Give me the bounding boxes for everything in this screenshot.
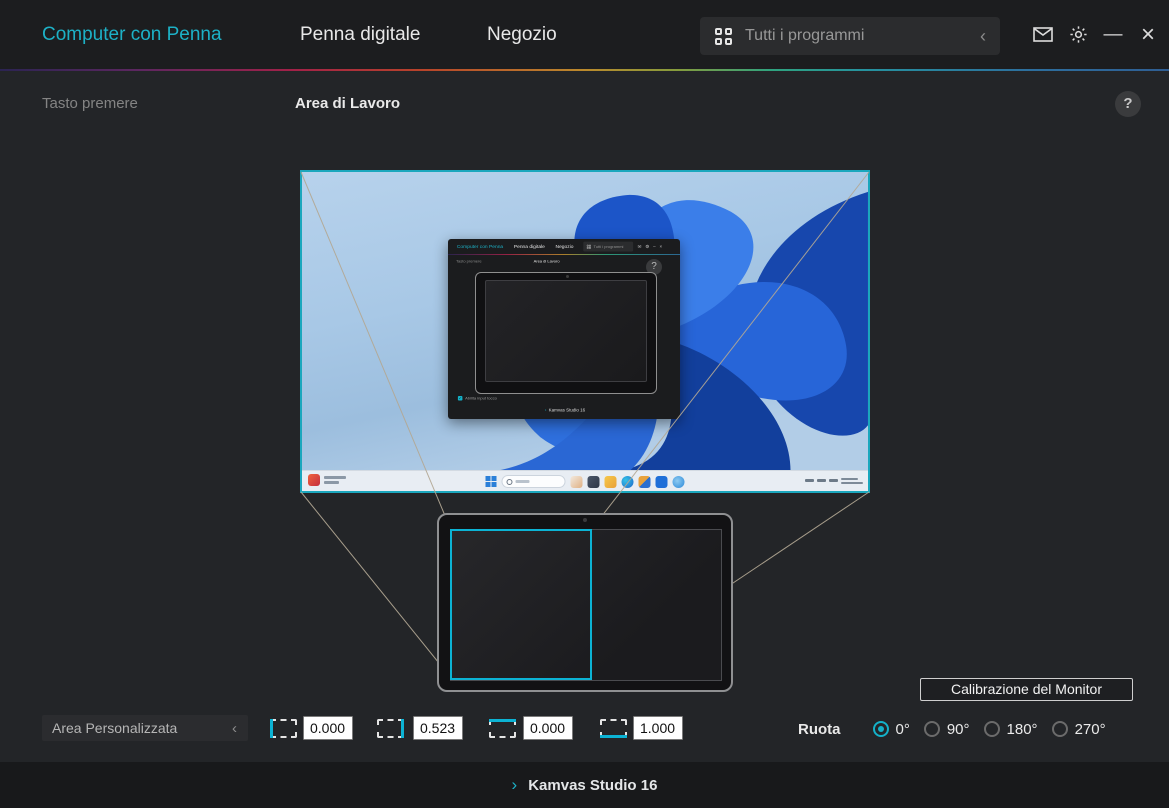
chevron-left-icon[interactable]: ‹: [232, 720, 237, 737]
coord-x-input[interactable]: [303, 716, 353, 740]
device-name: Kamvas Studio 16: [528, 776, 658, 794]
area-mode-select[interactable]: Area Personalizzata ‹: [42, 715, 248, 741]
mini-checkbox-icon: ✓: [457, 396, 463, 401]
help-icon[interactable]: ?: [1115, 91, 1141, 117]
minimize-icon[interactable]: —: [1102, 24, 1124, 46]
tablet-camera-dot: [583, 518, 587, 522]
rainbow-divider: [0, 69, 1169, 71]
footer-device-bar[interactable]: › Kamvas Studio 16: [0, 762, 1169, 808]
rotate-radio-180[interactable]: 180°: [983, 721, 1038, 738]
rotate-radio-90[interactable]: 90°: [923, 721, 970, 738]
mini-tab-computer-con-penna: Computer con Penna: [456, 243, 504, 250]
taskbar-tray: [805, 476, 863, 486]
tab-negozio[interactable]: Negozio: [487, 0, 557, 69]
mini-tab-penna-digitale: Penna digitale: [513, 243, 545, 250]
taskbar-app-icon: [587, 475, 600, 488]
taskbar-app-icon: [570, 475, 583, 488]
taskbar-app-icon: [621, 475, 634, 488]
mini-window-icons: ✉ ⚙ – ×: [637, 244, 664, 250]
mini-sidebar-item: Tasto premere: [456, 259, 482, 264]
close-icon[interactable]: ×: [1137, 21, 1159, 48]
taskbar-app-icon: [604, 475, 617, 488]
mini-apps-grid-icon: [586, 244, 591, 249]
mini-tablet-diagram: [475, 272, 657, 394]
header: Computer con Penna Penna digitale Negozi…: [0, 0, 1169, 71]
taskbar-weather-widget: [308, 474, 346, 486]
tab-computer-con-penna[interactable]: Computer con Penna: [42, 0, 222, 69]
mini-page-title: Area di Lavoro: [533, 259, 560, 264]
monitor-calibration-button[interactable]: Calibrazione del Monitor: [920, 678, 1133, 701]
coord-height-input[interactable]: [633, 716, 683, 740]
mini-driver-window: Computer con Penna Penna digitale Negozi…: [448, 239, 680, 419]
radio-icon[interactable]: [983, 721, 1000, 737]
coord-y-input[interactable]: [523, 716, 573, 740]
rotate-radio-0[interactable]: 0°: [872, 721, 910, 738]
chevron-right-icon: ›: [511, 775, 518, 794]
monitor-preview: Computer con Penna Penna digitale Negozi…: [300, 170, 870, 493]
settings-gear-icon[interactable]: [1067, 24, 1089, 46]
mini-footer-device: › Kamvas Studio 16: [544, 408, 586, 413]
rect-right-edge-icon: [377, 719, 404, 738]
mini-checkbox-label: Abilita input tocco: [465, 396, 497, 401]
mini-tab-negozio: Negozio: [555, 243, 574, 250]
all-programs-label: Tutti i programmi: [745, 27, 865, 44]
page-title: Area di Lavoro: [295, 95, 401, 112]
radio-icon[interactable]: [872, 721, 889, 737]
taskbar-search: [501, 475, 566, 488]
all-programs-selector[interactable]: Tutti i programmi ‹: [700, 17, 1000, 55]
tablet-selection-rect[interactable]: [450, 529, 592, 680]
rect-bottom-edge-icon: [600, 719, 627, 738]
apps-grid-icon: [715, 27, 732, 45]
taskbar-app-icon: [655, 475, 668, 488]
mini-all-programs-selector: Tutti i programmi: [583, 241, 634, 252]
coord-width-input[interactable]: [413, 716, 463, 740]
windows-start-icon: [485, 476, 497, 487]
radio-icon[interactable]: [923, 721, 940, 737]
area-mode-value: Area Personalizzata: [52, 720, 178, 736]
rect-left-edge-icon: [270, 719, 297, 738]
mini-taskbar: [302, 470, 868, 491]
tablet-diagram: [437, 513, 733, 692]
driver-window: Computer con Penna Penna digitale Negozi…: [0, 0, 1169, 808]
chevron-left-icon[interactable]: ‹: [980, 26, 986, 47]
tab-penna-digitale[interactable]: Penna digitale: [300, 0, 420, 69]
radio-icon[interactable]: [1051, 721, 1068, 737]
rotate-label: Ruota: [798, 720, 841, 738]
sidebar-item-tasto-premere[interactable]: Tasto premere: [42, 95, 138, 112]
mail-icon[interactable]: [1032, 24, 1054, 46]
taskbar-app-icon: [672, 475, 685, 488]
taskbar-app-icon: [638, 475, 651, 488]
rotate-radio-270[interactable]: 270°: [1051, 721, 1106, 738]
rect-top-edge-icon: [489, 719, 516, 738]
